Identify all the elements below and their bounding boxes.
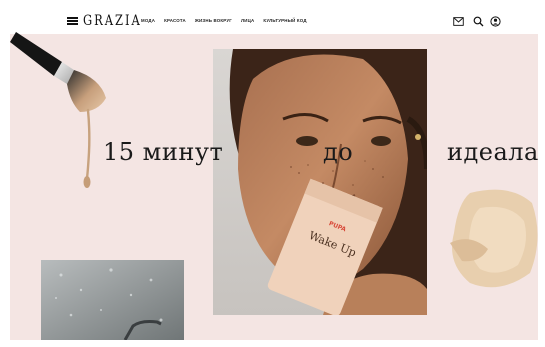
menu-icon[interactable] (67, 17, 78, 25)
search-icon[interactable] (473, 16, 484, 27)
page-frame: GRAZIA МОДА КРАСОТА ЖИЗНЬ ВОКРУГ ЛИЦА КУ… (10, 8, 538, 340)
nav-item-kulturnyy-kod[interactable]: КУЛЬТУРНЫЙ КОД (263, 18, 306, 23)
site-logo[interactable]: GRAZIA (83, 13, 142, 29)
nav-item-moda[interactable]: МОДА (141, 18, 155, 23)
cream-swatch-image (450, 189, 538, 288)
user-icon[interactable] (490, 16, 501, 27)
nav-item-krasota[interactable]: КРАСОТА (164, 18, 186, 23)
hero-title-part-1: 15 минут (103, 138, 224, 166)
nav-item-litsa[interactable]: ЛИЦА (241, 18, 254, 23)
mail-icon[interactable] (453, 16, 464, 27)
hero-title-part-3: идеала (447, 138, 538, 166)
site-header: GRAZIA МОДА КРАСОТА ЖИЗНЬ ВОКРУГ ЛИЦА КУ… (10, 8, 538, 34)
hero-title-part-2: до (323, 138, 354, 166)
main-nav: МОДА КРАСОТА ЖИЗНЬ ВОКРУГ ЛИЦА КУЛЬТУРНЫ… (141, 18, 307, 23)
makeup-brush-image (10, 32, 106, 188)
model-photo: PUPA Wake Up (213, 49, 427, 315)
nav-item-zhizn-vokrug[interactable]: ЖИЗНЬ ВОКРУГ (195, 18, 232, 23)
shower-photo (41, 260, 184, 340)
